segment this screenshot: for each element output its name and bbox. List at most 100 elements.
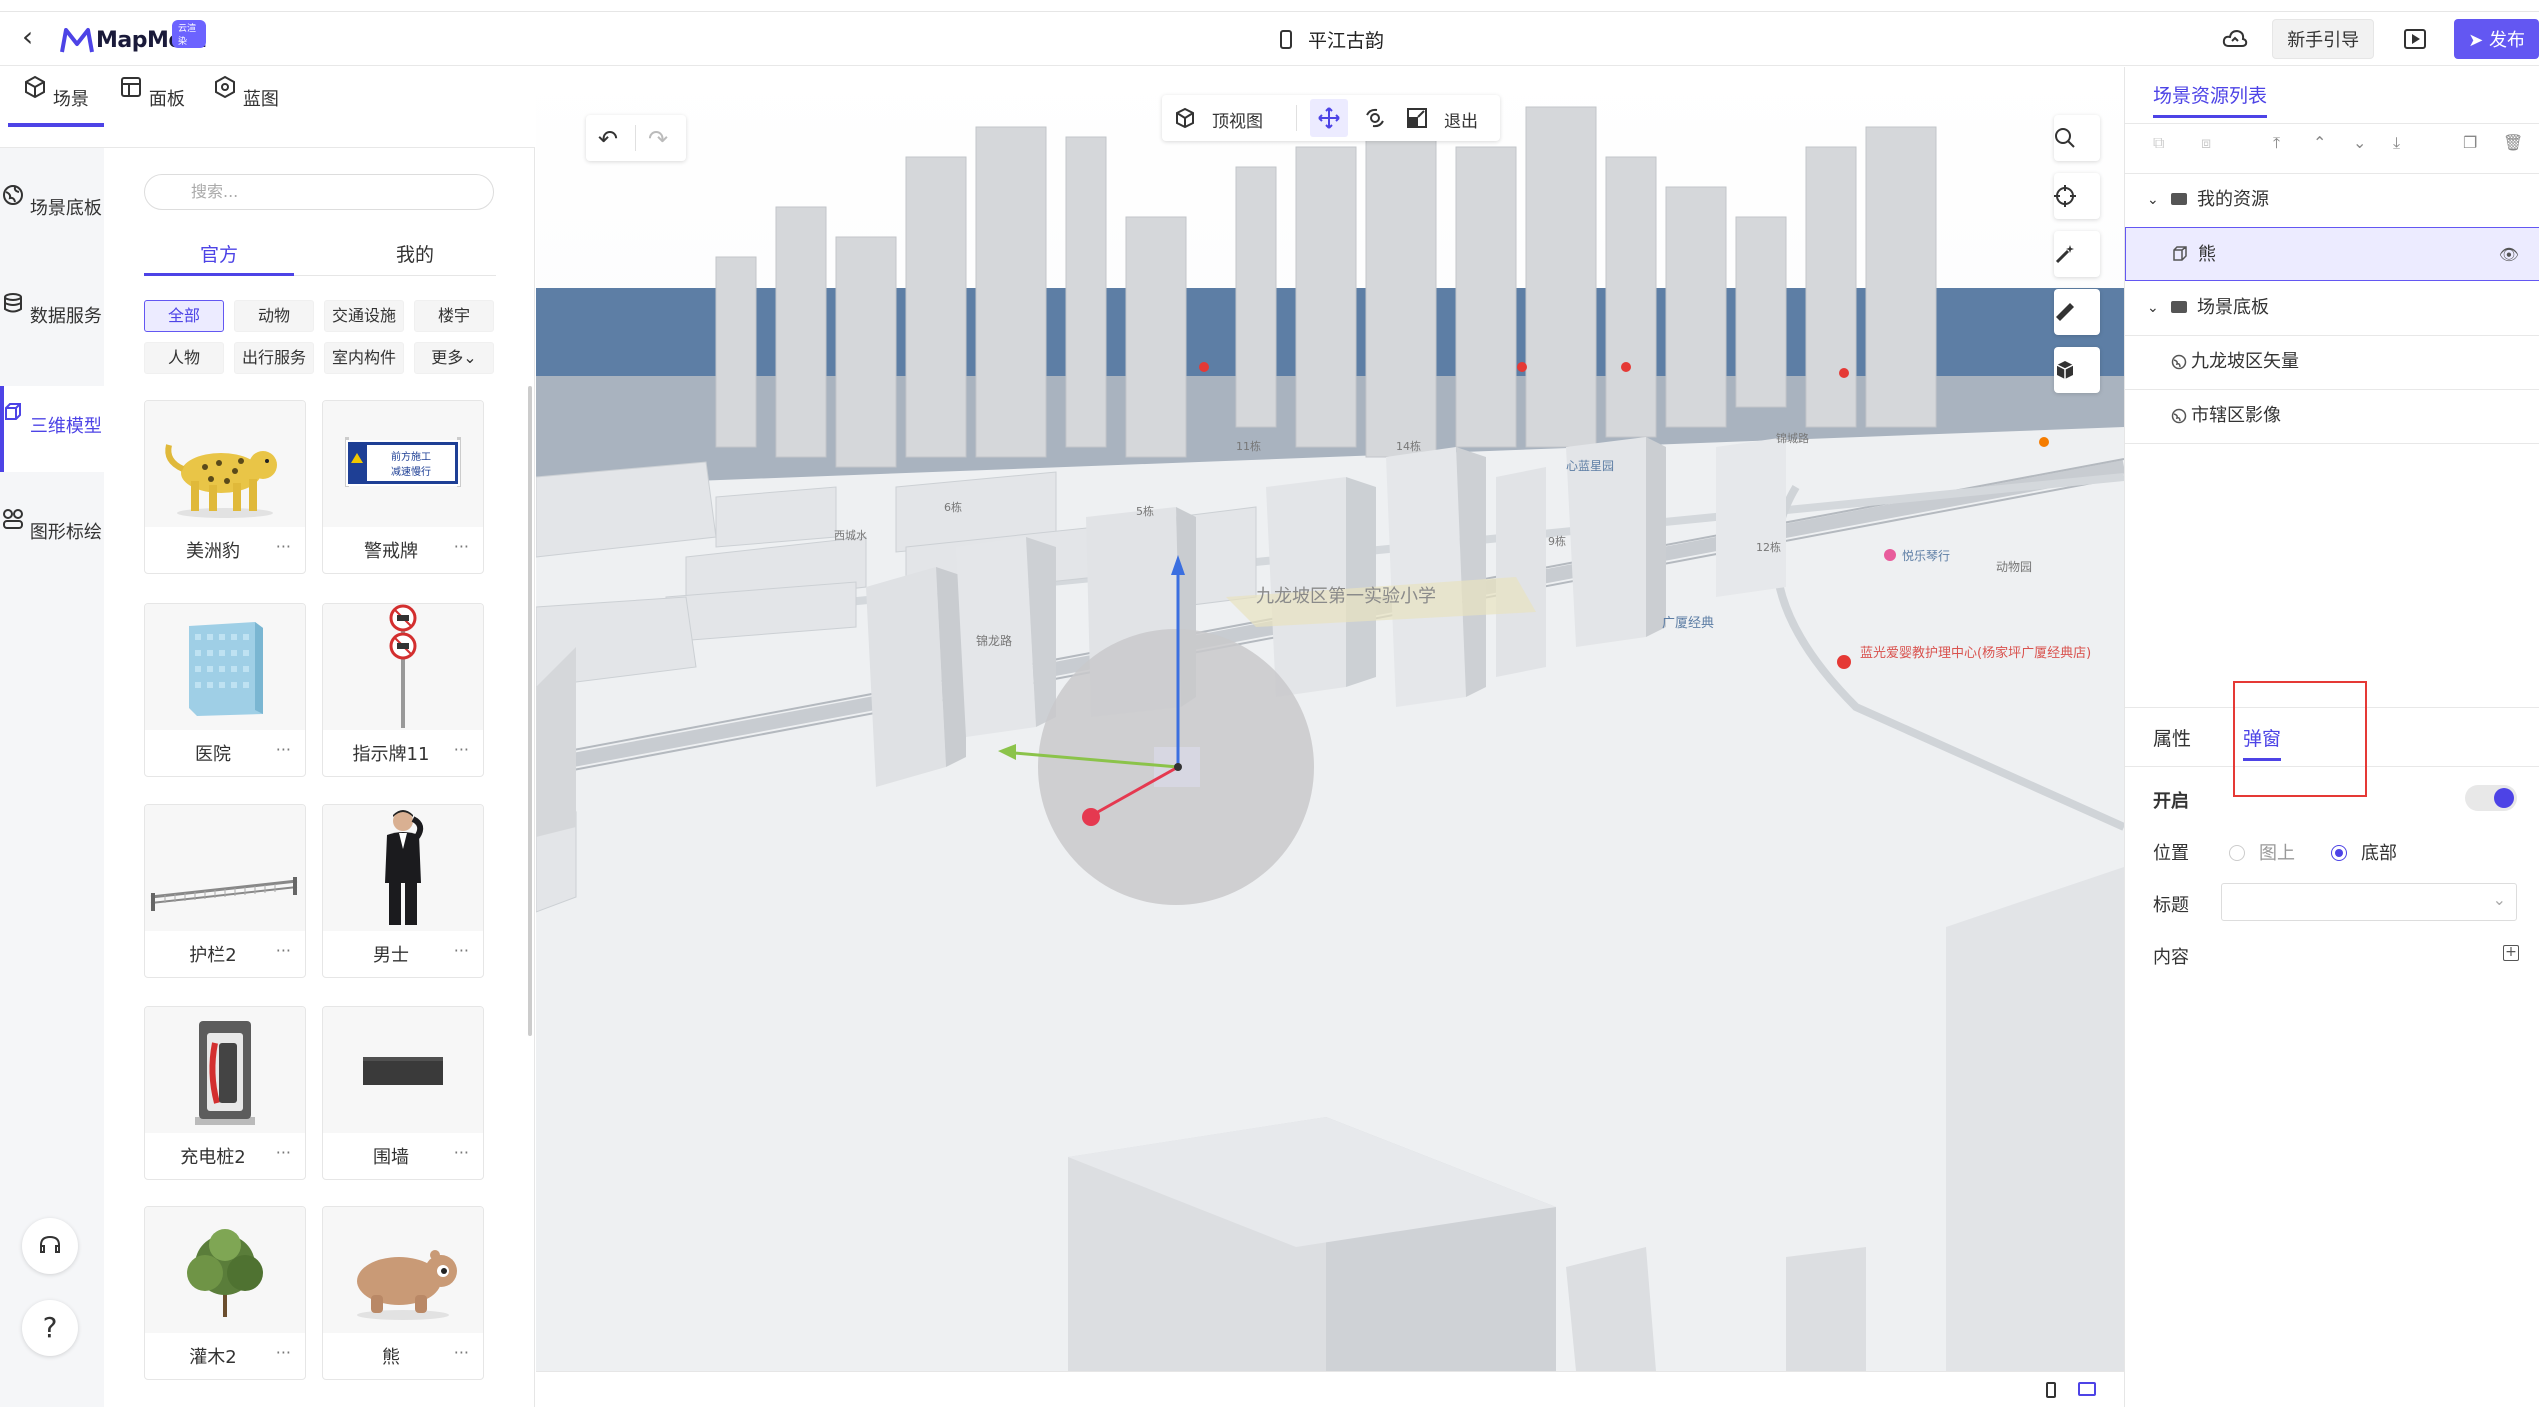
move-bottom-icon[interactable]: ⤓ xyxy=(2393,133,2400,153)
move-top-icon[interactable]: ⤒ xyxy=(2273,133,2280,153)
logo-badge: 云渲染 xyxy=(172,20,206,48)
effects-tool[interactable] xyxy=(2054,231,2100,277)
more-icon[interactable]: ··· xyxy=(276,1143,291,1162)
delete-icon[interactable]: 🗑 xyxy=(2503,133,2523,152)
shrub-image xyxy=(187,1229,263,1317)
rotate-icon[interactable] xyxy=(1364,107,1386,129)
cloud-sync-icon[interactable] xyxy=(2222,29,2248,49)
model-card-jaguar[interactable]: 美洲豹 ··· xyxy=(144,400,306,574)
redo-icon[interactable]: ↷ xyxy=(648,125,668,153)
copy-icon[interactable]: ❐ xyxy=(2463,133,2477,152)
chevron-down-icon[interactable]: ⌄ xyxy=(2147,173,2159,227)
folder-icon xyxy=(2171,193,2187,205)
chip-traffic[interactable]: 交通设施 xyxy=(324,300,404,332)
more-icon[interactable]: ··· xyxy=(276,941,291,960)
model-thumb: 前方施工 减速慢行 xyxy=(323,401,483,527)
more-icon[interactable]: ··· xyxy=(276,537,291,556)
tab-mine[interactable]: 我的 xyxy=(340,240,490,267)
rail-item-3d-model[interactable]: 三维模型 xyxy=(0,386,104,472)
model-card-wall[interactable]: 围墙 ··· xyxy=(322,1006,484,1180)
model-card-guardrail[interactable]: 护栏2 ··· xyxy=(144,804,306,978)
tree-item-district-imagery[interactable]: 市辖区影像 xyxy=(2125,389,2539,443)
undo-icon[interactable]: ↶ xyxy=(598,125,618,153)
add-content-icon[interactable]: + xyxy=(2503,945,2519,961)
more-icon[interactable]: ··· xyxy=(454,941,469,960)
measure-tool[interactable] xyxy=(2054,289,2100,335)
model-card-signpost[interactable]: 指示牌11 ··· xyxy=(322,603,484,777)
map-label-12: 12栋 xyxy=(1756,540,1781,554)
layer-globe-icon xyxy=(2171,354,2187,370)
tab-scene[interactable]: 场景 xyxy=(8,75,104,127)
tree-folder-my-resources[interactable]: ⌄ 我的资源 xyxy=(2125,173,2539,227)
more-icon[interactable]: ··· xyxy=(454,740,469,759)
tab-blueprint[interactable]: 蓝图 xyxy=(198,75,294,111)
model-thumb xyxy=(323,604,483,730)
view-toolbar: 顶视图 退出 xyxy=(1162,95,1500,141)
chip-more[interactable]: 更多⌄ xyxy=(414,342,494,374)
chip-all[interactable]: 全部 xyxy=(144,300,224,332)
model-card-man[interactable]: 男士 ··· xyxy=(322,804,484,978)
more-icon[interactable]: ··· xyxy=(454,1343,469,1362)
more-icon[interactable]: ··· xyxy=(276,740,291,759)
chip-travel[interactable]: 出行服务 xyxy=(234,342,314,374)
chip-people[interactable]: 人物 xyxy=(144,342,224,374)
model-name: 灌木2 xyxy=(189,1347,237,1368)
scene-viewport[interactable]: 九龙坡区第一实验小学 锦龙路 广厦经典 蓝光爱婴教护理中心(杨家坪广厦经典店) … xyxy=(536,67,2124,1371)
chevron-down-icon[interactable]: ⌄ xyxy=(2147,281,2159,335)
rail-item-scene-base[interactable]: 场景底板 xyxy=(0,184,104,254)
panel-icon xyxy=(121,77,142,97)
model-card-shrub[interactable]: 灌木2 ··· xyxy=(144,1206,306,1380)
tab-attributes[interactable]: 属性 xyxy=(2153,724,2191,751)
move-down-icon[interactable]: ⌄ xyxy=(2353,133,2366,152)
tree-item-jiulongpo-vector[interactable]: 九龙坡区矢量 xyxy=(2125,335,2539,389)
eye-icon[interactable]: 👁 xyxy=(2499,228,2519,282)
resource-list-title[interactable]: 场景资源列表 xyxy=(2153,81,2268,118)
chip-indoor[interactable]: 室内构件 xyxy=(324,342,404,374)
chip-building[interactable]: 楼宇 xyxy=(414,300,494,332)
model-card-charger[interactable]: 充电桩2 ··· xyxy=(144,1006,306,1180)
more-icon[interactable]: ··· xyxy=(454,537,469,556)
model-card-warning-sign[interactable]: 前方施工 减速慢行 警戒牌 ··· xyxy=(322,400,484,574)
publish-button[interactable]: ➤ 发布 xyxy=(2454,19,2539,59)
tab-official[interactable]: 官方 xyxy=(144,240,294,276)
desktop-view-icon[interactable] xyxy=(2078,1382,2096,1396)
tree-folder-scene-base[interactable]: ⌄ 场景底板 xyxy=(2125,281,2539,335)
ungroup-icon[interactable]: ⧈ xyxy=(2201,133,2211,153)
scale-icon[interactable] xyxy=(1406,107,1428,129)
phone-icon[interactable] xyxy=(1280,30,1292,49)
map-label-14: 14栋 xyxy=(1396,439,1421,453)
move-up-icon[interactable]: ⌃ xyxy=(2313,133,2326,152)
rail-item-graphics[interactable]: 图形标绘 xyxy=(0,508,104,578)
model-tool[interactable] xyxy=(2054,347,2100,393)
back-icon[interactable]: ‹ xyxy=(22,23,44,51)
model-card-hospital[interactable]: 医院 ··· xyxy=(144,603,306,777)
tree-item-bear[interactable]: 熊 👁 xyxy=(2125,227,2539,281)
title-select[interactable]: ⌄ xyxy=(2221,883,2517,921)
more-icon[interactable]: ··· xyxy=(276,1343,291,1362)
tree-label: 场景底板 xyxy=(2197,297,2269,318)
map-label-nursing: 蓝光爱婴教护理中心(杨家坪广厦经典店) xyxy=(1860,645,2091,661)
panel-scrollbar[interactable] xyxy=(528,386,532,1036)
map-label-guangsha: 广厦经典 xyxy=(1662,616,1714,631)
tab-panel[interactable]: 面板 xyxy=(104,75,200,111)
position-radio-on-map[interactable]: 图上 xyxy=(2229,839,2295,865)
move-icon[interactable] xyxy=(1318,107,1340,129)
model-name: 男士 xyxy=(373,945,409,966)
help-button[interactable]: ? xyxy=(22,1300,78,1356)
rail-item-data-service[interactable]: 数据服务 xyxy=(0,292,104,362)
locate-tool[interactable] xyxy=(2054,173,2100,219)
preview-icon[interactable] xyxy=(2404,29,2427,49)
support-button[interactable] xyxy=(22,1218,78,1274)
group-icon[interactable]: ⧉ xyxy=(2153,133,2164,153)
enable-toggle[interactable] xyxy=(2465,785,2517,811)
top-view-button[interactable]: 顶视图 xyxy=(1212,107,1263,132)
chip-animal[interactable]: 动物 xyxy=(234,300,314,332)
search-tool[interactable] xyxy=(2054,115,2100,161)
more-icon[interactable]: ··· xyxy=(454,1143,469,1162)
exit-button[interactable]: 退出 xyxy=(1444,107,1478,132)
model-card-bear[interactable]: 熊 ··· xyxy=(322,1206,484,1380)
mobile-view-icon[interactable] xyxy=(2046,1382,2056,1398)
position-radio-bottom[interactable]: 底部 xyxy=(2331,839,2397,865)
search-input[interactable]: 搜索... xyxy=(144,174,494,210)
guide-button[interactable]: 新手引导 xyxy=(2272,19,2375,59)
